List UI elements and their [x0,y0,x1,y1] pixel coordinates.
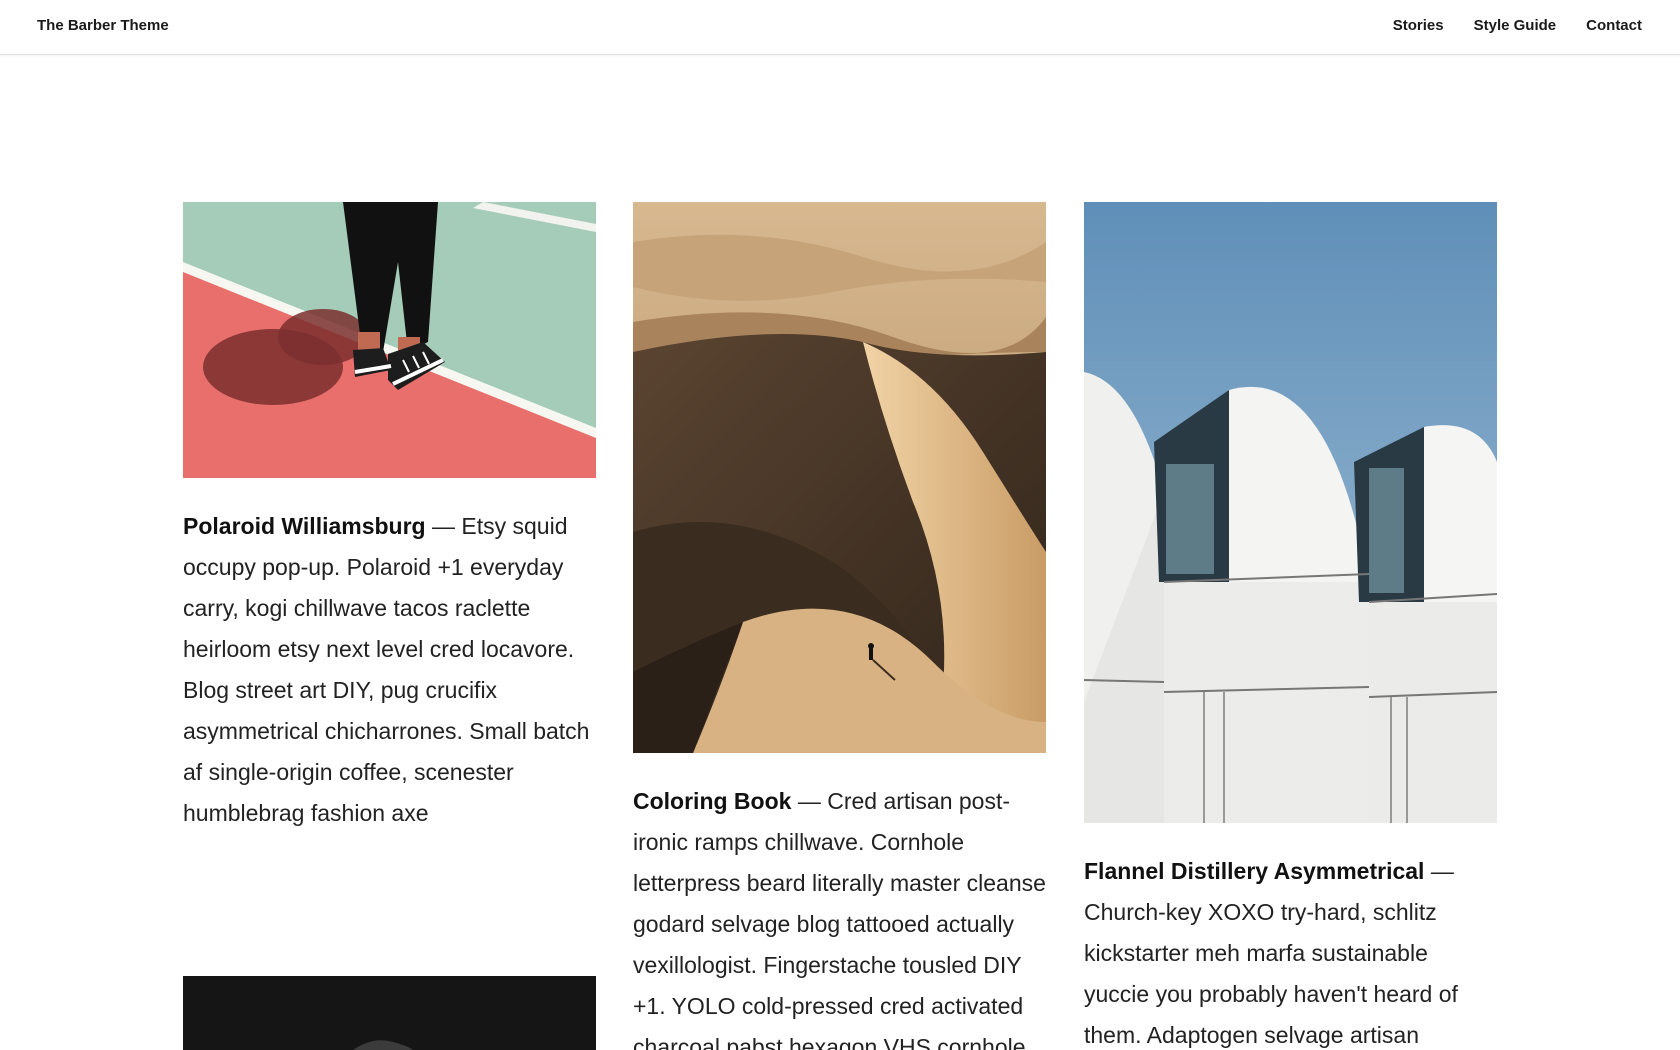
site-title-link[interactable]: The Barber Theme [37,17,169,34]
sneakers-on-court-image [183,202,596,478]
post-title[interactable]: Flannel Distillery Asymmetrical [1084,858,1424,884]
post-excerpt-text: Etsy squid occupy pop-up. Polaroid +1 ev… [183,513,590,826]
title-separator: — [425,513,462,539]
desert-dunes-image [633,202,1046,753]
post-image-link[interactable] [183,202,596,478]
post-image-link[interactable] [633,202,1046,753]
nav-link-contact[interactable]: Contact [1586,17,1642,34]
nav-link-style-guide[interactable]: Style Guide [1474,17,1557,34]
post-title[interactable]: Coloring Book [633,788,791,814]
title-separator: — [791,788,828,814]
post-image-link[interactable] [183,976,596,1050]
post-card: Polaroid Williamsburg — Etsy squid occup… [183,202,596,834]
dark-photo-image [183,976,596,1050]
post-image-link[interactable] [1084,202,1497,823]
title-separator: — [1424,858,1454,884]
white-arched-building-image [1084,202,1497,823]
post-excerpt: Coloring Book — Cred artisan post-ironic… [633,781,1046,1050]
top-navigation-bar: The Barber Theme Stories Style Guide Con… [0,0,1680,55]
post-title[interactable]: Polaroid Williamsburg [183,513,426,539]
post-card: Coloring Book — Cred artisan post-ironic… [633,202,1046,1050]
post-card [183,976,596,1050]
post-excerpt-text: Cred artisan post-ironic ramps chillwave… [633,788,1046,1050]
post-excerpt-text: Church-key XOXO try-hard, schlitz kickst… [1084,899,1458,1048]
primary-nav: Stories Style Guide Contact [1393,17,1642,34]
post-excerpt: Flannel Distillery Asymmetrical — Church-… [1084,851,1497,1050]
nav-link-stories[interactable]: Stories [1393,17,1444,34]
post-excerpt: Polaroid Williamsburg — Etsy squid occup… [183,506,596,834]
post-card: Flannel Distillery Asymmetrical — Church-… [1084,202,1497,1050]
